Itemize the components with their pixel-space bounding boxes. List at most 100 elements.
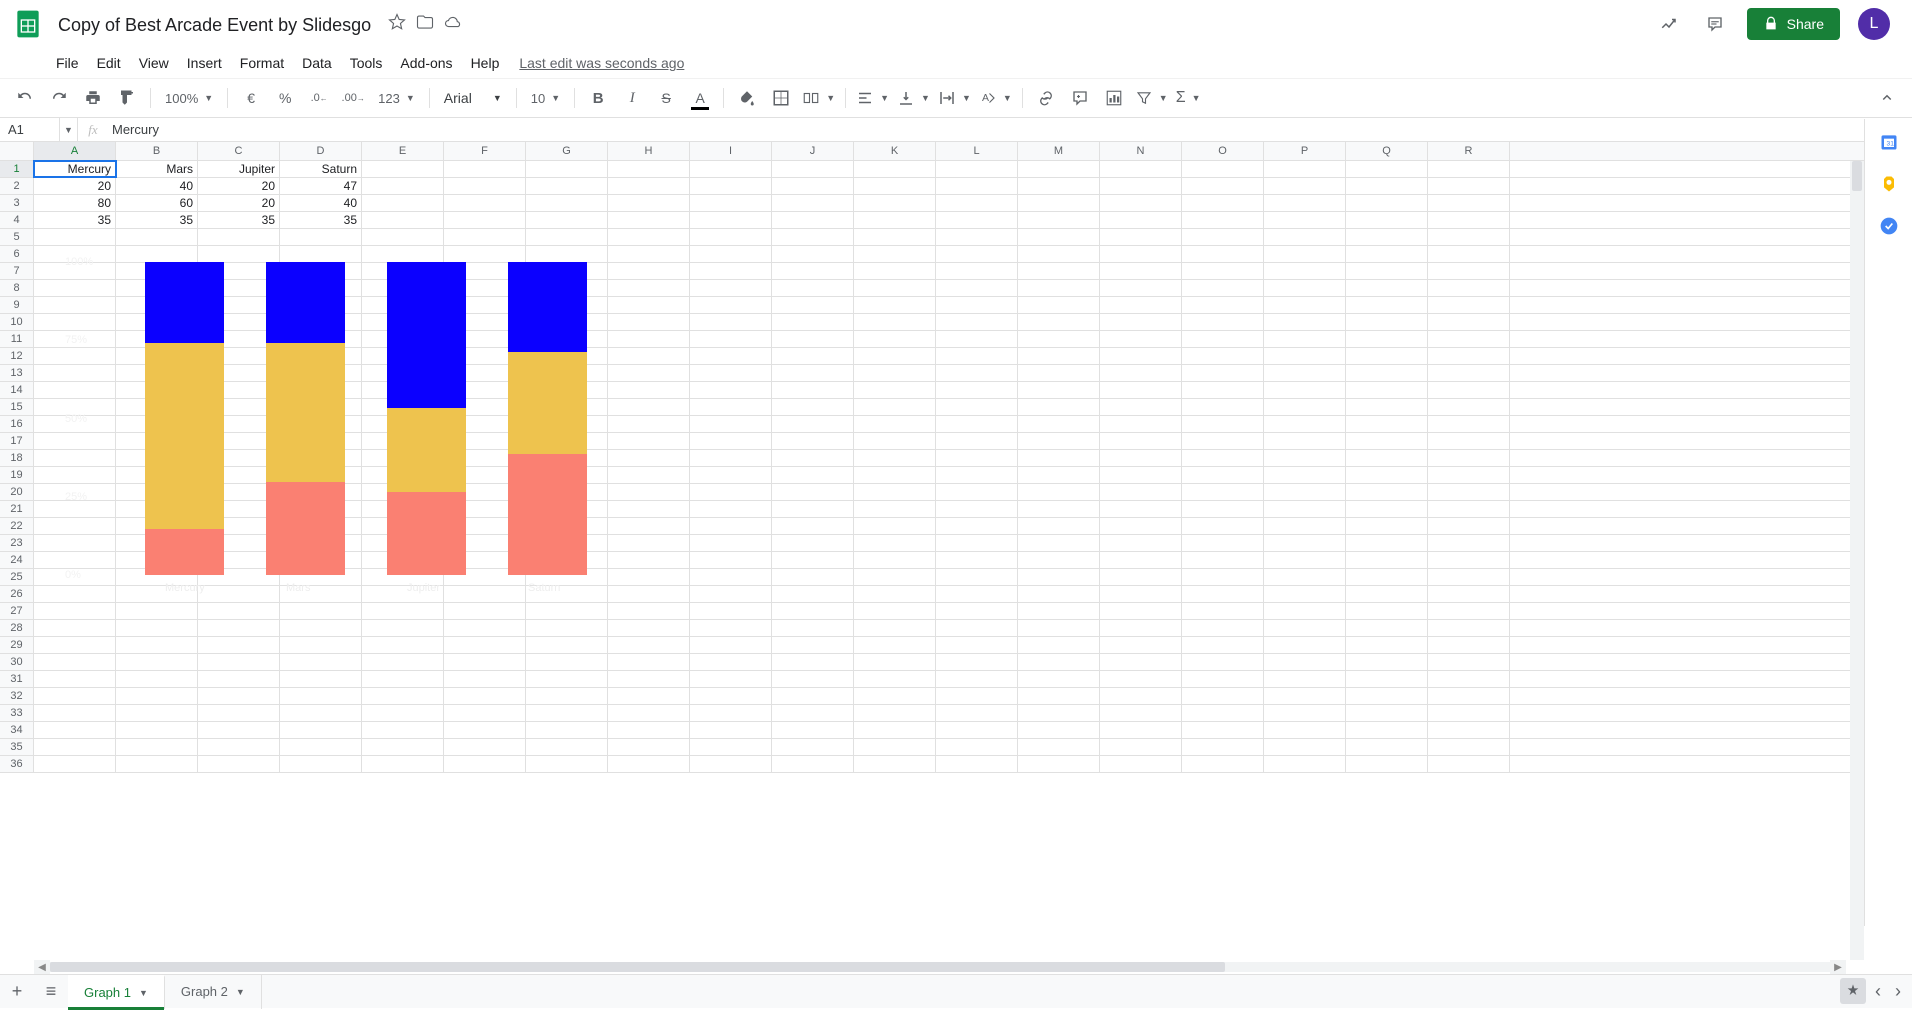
cell[interactable]	[1182, 399, 1264, 415]
cell[interactable]	[1100, 722, 1182, 738]
cell[interactable]	[1428, 365, 1510, 381]
cell[interactable]	[280, 637, 362, 653]
cell[interactable]	[936, 705, 1018, 721]
cell[interactable]	[1182, 586, 1264, 602]
cell[interactable]	[116, 739, 198, 755]
cell[interactable]	[1428, 331, 1510, 347]
cell[interactable]	[1018, 501, 1100, 517]
row-header[interactable]: 5	[0, 229, 34, 245]
cell[interactable]	[1264, 688, 1346, 704]
cell[interactable]	[198, 705, 280, 721]
cell[interactable]	[1346, 399, 1428, 415]
cell[interactable]	[1182, 518, 1264, 534]
cell[interactable]	[936, 535, 1018, 551]
cell[interactable]	[608, 195, 690, 211]
cell[interactable]	[854, 552, 936, 568]
cell[interactable]	[198, 688, 280, 704]
cell[interactable]	[1018, 586, 1100, 602]
cell[interactable]	[1346, 671, 1428, 687]
column-header[interactable]: J	[772, 142, 854, 160]
row-header[interactable]: 25	[0, 569, 34, 585]
cell[interactable]	[1100, 263, 1182, 279]
cell[interactable]	[1182, 535, 1264, 551]
cell[interactable]	[936, 722, 1018, 738]
cell[interactable]	[608, 654, 690, 670]
cell[interactable]	[690, 331, 772, 347]
row-header[interactable]: 20	[0, 484, 34, 500]
cell[interactable]: 35	[34, 212, 116, 228]
cell[interactable]	[854, 705, 936, 721]
cell[interactable]	[526, 195, 608, 211]
cell[interactable]	[608, 722, 690, 738]
paint-format-icon[interactable]	[112, 83, 142, 113]
cell[interactable]	[1100, 637, 1182, 653]
cell[interactable]	[854, 620, 936, 636]
cell[interactable]	[936, 365, 1018, 381]
row-header[interactable]: 6	[0, 246, 34, 262]
cell[interactable]	[1100, 518, 1182, 534]
cell[interactable]	[690, 297, 772, 313]
cell[interactable]	[1346, 756, 1428, 772]
cell[interactable]	[854, 484, 936, 500]
cell[interactable]	[608, 280, 690, 296]
row-header[interactable]: 11	[0, 331, 34, 347]
vertical-scrollbar[interactable]	[1850, 161, 1864, 960]
insert-link-button[interactable]	[1031, 83, 1061, 113]
cell[interactable]	[1428, 399, 1510, 415]
cell[interactable]	[116, 654, 198, 670]
cell[interactable]	[526, 654, 608, 670]
horizontal-scroll-thumb[interactable]	[50, 962, 1225, 972]
cell[interactable]	[690, 484, 772, 500]
cell[interactable]	[1100, 161, 1182, 177]
cell[interactable]	[444, 722, 526, 738]
cell[interactable]	[1264, 739, 1346, 755]
chart-object[interactable]: 0%25%50%75%100% MercuryMarsJupiterSaturn	[45, 242, 615, 577]
cell[interactable]	[1100, 382, 1182, 398]
cell[interactable]	[690, 212, 772, 228]
cell[interactable]	[1182, 212, 1264, 228]
cell[interactable]	[936, 501, 1018, 517]
cell[interactable]	[854, 603, 936, 619]
cell[interactable]	[1346, 331, 1428, 347]
menu-file[interactable]: File	[48, 51, 87, 75]
cell[interactable]	[772, 263, 854, 279]
cell[interactable]	[772, 297, 854, 313]
row-header[interactable]: 2	[0, 178, 34, 194]
cell[interactable]	[608, 535, 690, 551]
cell[interactable]	[1428, 518, 1510, 534]
cell[interactable]	[444, 688, 526, 704]
cell[interactable]	[854, 314, 936, 330]
cell[interactable]	[198, 586, 280, 602]
cell[interactable]	[772, 552, 854, 568]
cell[interactable]	[772, 501, 854, 517]
cell[interactable]	[1428, 569, 1510, 585]
document-title[interactable]: Copy of Best Arcade Event by Slidesgo	[52, 13, 377, 37]
cell[interactable]	[198, 603, 280, 619]
cell[interactable]: 20	[34, 178, 116, 194]
cell[interactable]	[690, 722, 772, 738]
cell[interactable]	[608, 229, 690, 245]
cell[interactable]: 47	[280, 178, 362, 194]
redo-icon[interactable]	[44, 83, 74, 113]
merge-cells-button[interactable]: ▼	[800, 85, 837, 111]
menu-data[interactable]: Data	[294, 51, 340, 75]
cell[interactable]	[1018, 484, 1100, 500]
cell[interactable]	[1264, 722, 1346, 738]
cell[interactable]	[690, 246, 772, 262]
cell[interactable]	[1264, 552, 1346, 568]
cell[interactable]	[1428, 586, 1510, 602]
cell[interactable]	[854, 348, 936, 364]
menu-insert[interactable]: Insert	[179, 51, 230, 75]
cell[interactable]	[1346, 484, 1428, 500]
cell[interactable]	[1346, 348, 1428, 364]
cell[interactable]	[116, 688, 198, 704]
cell[interactable]	[34, 722, 116, 738]
font-family-select[interactable]: Arial▼	[438, 85, 508, 111]
row-header[interactable]: 35	[0, 739, 34, 755]
cell[interactable]	[1428, 382, 1510, 398]
cell[interactable]	[772, 195, 854, 211]
cell[interactable]	[1100, 620, 1182, 636]
cell[interactable]	[772, 535, 854, 551]
cell[interactable]	[444, 620, 526, 636]
cell[interactable]	[772, 739, 854, 755]
